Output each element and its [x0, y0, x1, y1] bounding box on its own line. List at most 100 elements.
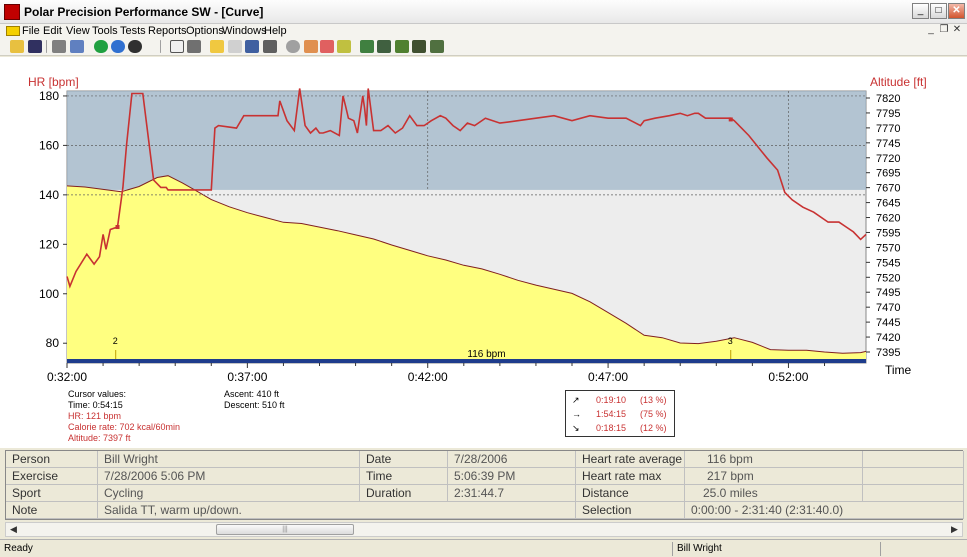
zone-row: ↘ 0:18:15 (12 %)	[566, 423, 676, 436]
zone-time: 0:18:15	[596, 423, 627, 433]
window-icon[interactable]	[187, 40, 201, 53]
menu-file[interactable]: File	[22, 25, 40, 37]
x-tick-label: 0:42:00	[408, 370, 448, 384]
distance-value: 25.0 miles	[685, 485, 863, 502]
menu-tests[interactable]: Tests	[120, 25, 146, 37]
right-tick-label: 7545	[876, 257, 900, 269]
cursor-hr: HR: 121 bpm	[68, 411, 122, 421]
export-icon[interactable]	[245, 40, 259, 53]
left-tick-label: 180	[39, 89, 59, 103]
contrast-icon[interactable]	[128, 40, 142, 53]
zone-pct: (13 %)	[640, 395, 667, 405]
left-tick-label: 140	[39, 188, 59, 202]
cursor-time: Time: 0:54:15	[68, 400, 123, 410]
cursor-values: Cursor values: Time: 0:54:15 HR: 121 bpm…	[68, 389, 180, 444]
calendar-icon[interactable]	[170, 40, 184, 53]
menu-options[interactable]: Options	[186, 25, 224, 37]
x-tick-label: 0:32:00	[47, 370, 87, 384]
sport-label: Sport	[6, 485, 98, 502]
right-tick-label: 7670	[876, 183, 900, 195]
title-bar: Polar Precision Performance SW - [Curve]…	[0, 0, 967, 24]
hr-max-value: 217 bpm	[685, 468, 863, 485]
column-icon[interactable]	[263, 40, 277, 53]
horizontal-scrollbar[interactable]: ◀ ||| ▶	[5, 522, 963, 537]
scroll-thumb[interactable]: |||	[216, 524, 354, 535]
toolbar	[0, 38, 967, 56]
summary-1-icon[interactable]	[360, 40, 374, 53]
hr-max-label: Heart rate max	[576, 468, 685, 485]
zone-pct: (12 %)	[640, 423, 667, 433]
empty-cell	[863, 468, 964, 485]
menu-windows[interactable]: Windows	[222, 25, 267, 37]
flat-icon: →	[572, 409, 581, 419]
hr-avg-label: Heart rate average	[576, 451, 685, 468]
right-tick-label: 7620	[876, 213, 900, 225]
menu-reports[interactable]: Reports	[148, 25, 187, 37]
right-tick-label: 7770	[876, 123, 900, 135]
mdi-restore-button[interactable]: ❐	[938, 25, 950, 36]
sport-value[interactable]: Cycling	[98, 485, 360, 502]
save-icon[interactable]	[28, 40, 42, 53]
hr-point-marker	[115, 225, 120, 229]
status-text: Ready	[4, 543, 33, 554]
summary-3-icon[interactable]	[395, 40, 409, 53]
hr-point-marker	[728, 117, 733, 122]
cursor-calorie: Calorie rate: 702 kcal/60min	[68, 422, 181, 432]
x-tick-label: 0:37:00	[227, 370, 267, 384]
app-icon	[4, 4, 20, 20]
print-icon[interactable]	[52, 40, 66, 53]
distance-label: Distance	[576, 485, 685, 502]
duration-value[interactable]: 2:31:44.7	[448, 485, 576, 502]
right-tick-label: 7595	[876, 227, 900, 239]
empty-cell	[863, 485, 964, 502]
open-icon[interactable]	[10, 40, 24, 53]
status-divider	[880, 542, 881, 556]
person-value[interactable]: Bill Wright	[98, 451, 360, 468]
menu-edit[interactable]: Edit	[43, 25, 62, 37]
exercise-value[interactable]: 7/28/2006 5:06 PM	[98, 468, 360, 485]
selection-value: 0:00:00 - 2:31:40 (2:31:40.0)	[685, 502, 964, 519]
mdi-minimize-button[interactable]: _	[925, 25, 937, 36]
copy-icon[interactable]	[70, 40, 84, 53]
left-tick-label: 160	[39, 138, 59, 152]
maximize-button[interactable]: □	[930, 3, 947, 19]
lap-marker-label: 2	[113, 336, 118, 346]
area-chart-icon[interactable]	[210, 40, 224, 53]
right-tick-label: 7645	[876, 198, 900, 210]
chart-check-icon[interactable]	[337, 40, 351, 53]
chart-pencil-icon[interactable]	[304, 40, 318, 53]
exercise-info-table: Person Bill Wright Date 7/28/2006 Heart …	[5, 450, 964, 520]
summary-2-icon[interactable]	[377, 40, 391, 53]
close-button[interactable]: ✕	[948, 3, 965, 19]
minimize-button[interactable]: _	[912, 3, 929, 19]
summary-5-icon[interactable]	[430, 40, 444, 53]
zoom-icon[interactable]	[286, 40, 300, 53]
zone-time: 1:54:15	[596, 409, 627, 419]
scroll-left-icon[interactable]: ◀	[6, 523, 21, 536]
window-title: Polar Precision Performance SW - [Curve]	[24, 5, 264, 19]
globe-icon[interactable]	[111, 40, 125, 53]
time-value[interactable]: 5:06:39 PM	[448, 468, 576, 485]
right-tick-label: 7795	[876, 108, 900, 120]
note-value[interactable]: Salida TT, warm up/down.	[98, 502, 576, 519]
refresh-icon[interactable]	[94, 40, 108, 53]
right-tick-label: 7570	[876, 242, 900, 254]
date-value[interactable]: 7/28/2006	[448, 451, 576, 468]
shape-icon[interactable]	[320, 40, 334, 53]
menu-help[interactable]: Help	[264, 25, 287, 37]
right-tick-label: 7720	[876, 153, 900, 165]
menu-view[interactable]: View	[66, 25, 90, 37]
right-tick-label: 7395	[876, 347, 900, 359]
scroll-right-icon[interactable]: ▶	[947, 523, 962, 536]
right-tick-label: 7420	[876, 332, 900, 344]
status-divider	[672, 542, 673, 556]
x-tick-label: 0:52:00	[768, 370, 808, 384]
upper-hr-zone	[67, 91, 866, 190]
mdi-close-button[interactable]: ✕	[951, 25, 963, 36]
uphill-icon: ↗	[572, 395, 580, 405]
menu-tools[interactable]: Tools	[92, 25, 118, 37]
summary-4-icon[interactable]	[412, 40, 426, 53]
hr-altitude-chart[interactable]: 116 bpm 2 3 80 100 120 140 160 180 7395 7420 7445 74…	[0, 57, 967, 390]
cursor-altitude: Altitude: 7397 ft	[68, 433, 131, 443]
bar-chart-icon[interactable]	[228, 40, 242, 53]
